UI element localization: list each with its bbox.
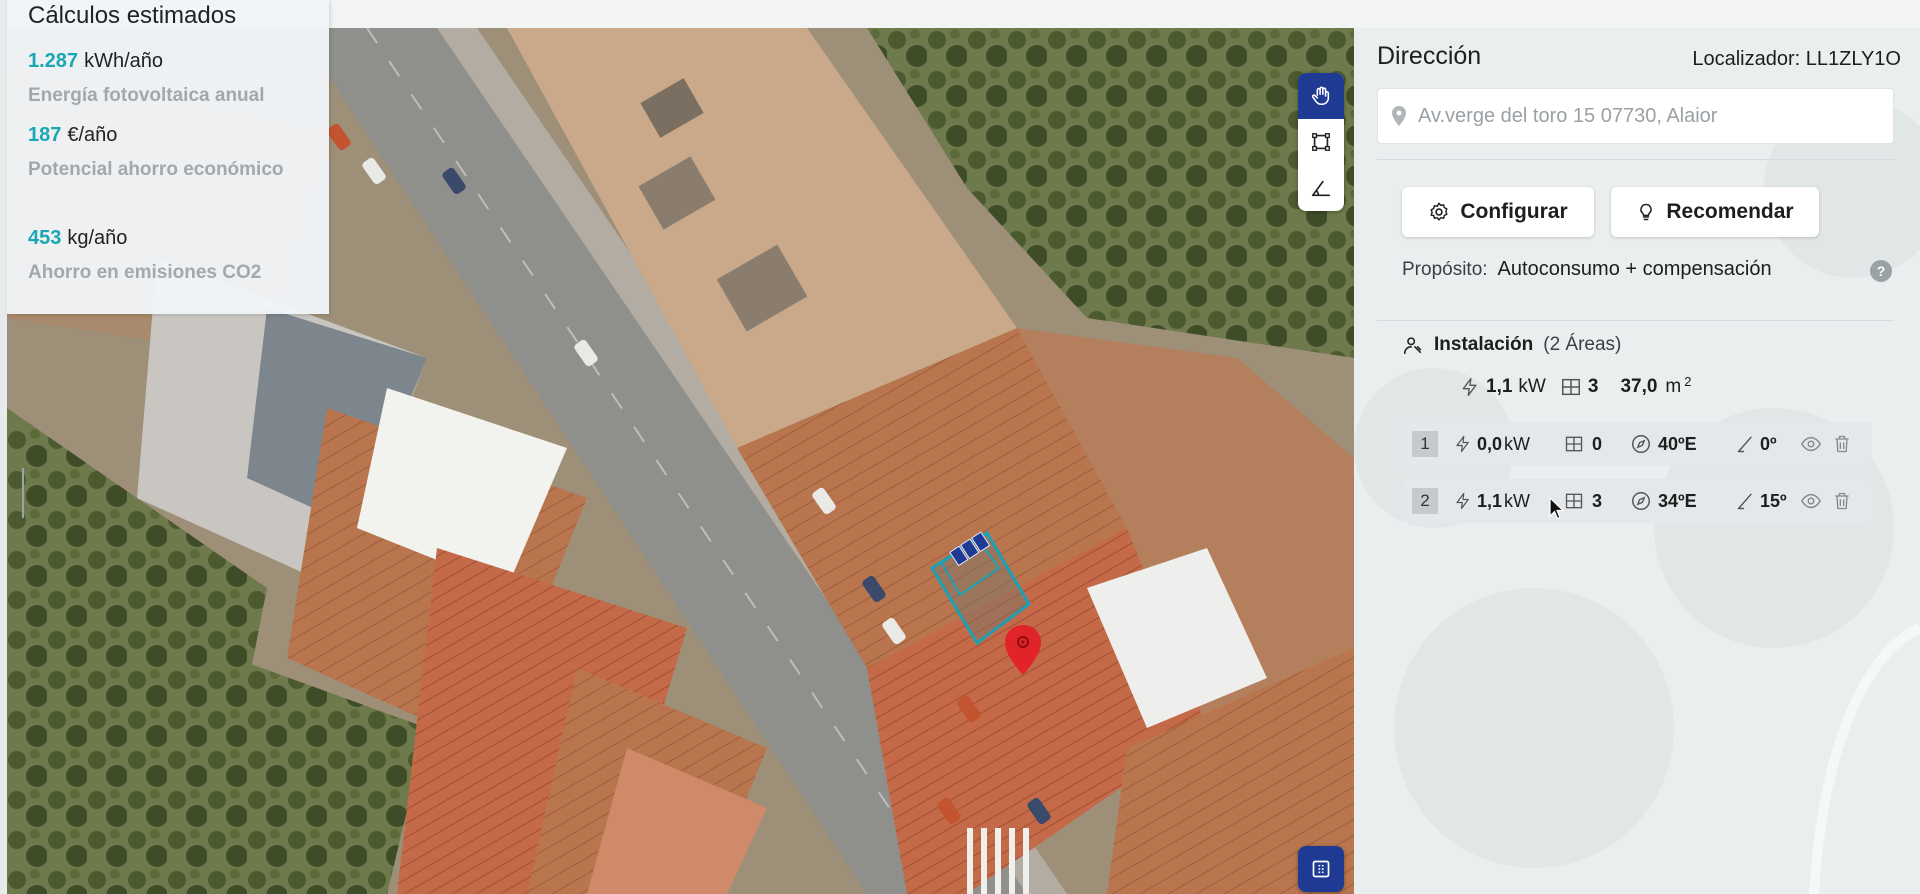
- area-orientation: 40ºE: [1658, 433, 1697, 454]
- configure-label: Configurar: [1460, 200, 1568, 223]
- help-icon[interactable]: ?: [1870, 260, 1892, 282]
- estimate-unit: €/año: [67, 124, 118, 146]
- total-modules: 3: [1587, 376, 1599, 397]
- divider: [1377, 159, 1894, 160]
- panel-layout-button[interactable]: [1298, 846, 1344, 892]
- location-pin-icon: [1392, 106, 1406, 126]
- installation-totals: 1,1 kW 3 37,0 m 2: [1460, 373, 1692, 398]
- total-power-value: 1,1: [1486, 376, 1513, 397]
- mouse-cursor-icon: [1549, 497, 1565, 520]
- panel-title: Dirección: [1377, 42, 1482, 70]
- estimate-value: 1.287: [28, 50, 79, 72]
- area-index: 2: [1412, 488, 1438, 514]
- estimate-description: Potencial ahorro económico: [28, 159, 284, 180]
- compass-icon: [1632, 492, 1650, 510]
- recommend-label: Recomendar: [1666, 200, 1794, 223]
- estimate-description: Ahorro en emisiones CO2: [28, 262, 262, 283]
- area-power: 1,1: [1477, 490, 1503, 511]
- compass-icon: [1632, 435, 1650, 453]
- tilt-icon: [1737, 436, 1752, 453]
- purpose-label: Propósito:: [1402, 258, 1488, 280]
- estimate-value: 187: [28, 124, 62, 146]
- measure-icon: [1311, 180, 1331, 197]
- left-edge: [0, 0, 24, 894]
- divider: [1377, 320, 1894, 321]
- estimate-value: 453: [28, 227, 62, 249]
- area-index: 1: [1412, 431, 1438, 457]
- module-grid-icon: [1565, 493, 1583, 509]
- lightbulb-icon: [1640, 203, 1653, 221]
- gear-icon: [1430, 202, 1448, 221]
- panel-grid-icon: [1312, 860, 1330, 878]
- estimates-title: Cálculos estimados: [28, 2, 237, 29]
- total-surface-value: 37,0: [1620, 376, 1658, 397]
- area-power: 0,0: [1477, 433, 1503, 454]
- estimates-card: Cálculos estimados 1.287 kWh/año Energía …: [7, 0, 329, 314]
- draw-area-tool-button[interactable]: [1298, 119, 1344, 165]
- measure-tool-button[interactable]: [1298, 165, 1344, 211]
- area-row[interactable]: 2 1,1 kW 3 34ºE 15º: [1402, 479, 1872, 523]
- eye-icon[interactable]: [1800, 490, 1822, 512]
- draw-area-icon: [1312, 133, 1330, 151]
- estimate-unit: kWh/año: [84, 50, 163, 72]
- resize-handle[interactable]: [22, 468, 24, 518]
- estimate-emissions: 453 kg/año Ahorro en emisiones CO2: [28, 227, 318, 287]
- area-modules: 3: [1592, 490, 1603, 511]
- total-surface-exponent: 2: [1684, 373, 1692, 389]
- area-power-unit: kW: [1504, 490, 1531, 511]
- area-tilt: 15º: [1760, 490, 1787, 511]
- installation-label: Instalación: [1434, 334, 1534, 355]
- installation-areas-count: (2 Áreas): [1543, 334, 1622, 355]
- area-modules: 0: [1592, 433, 1603, 454]
- installation-header: Instalación (2 Áreas): [1402, 334, 1621, 356]
- address-input[interactable]: [1416, 103, 1893, 129]
- trash-icon[interactable]: [1832, 490, 1852, 512]
- area-tilt: 0º: [1760, 433, 1777, 454]
- bolt-icon: [1456, 435, 1469, 453]
- trash-icon[interactable]: [1832, 433, 1852, 455]
- estimate-savings: 187 €/año Potencial ahorro económico: [28, 124, 318, 184]
- area-power-unit: kW: [1504, 433, 1531, 454]
- tilt-icon: [1737, 493, 1752, 510]
- address-field[interactable]: [1377, 88, 1894, 144]
- map-pin-icon[interactable]: [1003, 623, 1043, 677]
- eye-icon[interactable]: [1800, 433, 1822, 455]
- area-row[interactable]: 1 0,0 kW 0 40ºE 0º: [1402, 422, 1872, 466]
- recommend-button[interactable]: Recomendar: [1611, 187, 1819, 237]
- estimate-description: Energía fotovoltaica anual: [28, 85, 265, 106]
- area-orientation: 34ºE: [1658, 490, 1697, 511]
- estimate-energy: 1.287 kWh/año Energía fotovoltaica anual: [28, 50, 318, 110]
- cadastral-locator: Localizador: LL1ZLY1O: [1692, 48, 1901, 70]
- address-panel: Dirección Localizador: LL1ZLY1O Configur…: [1354, 28, 1920, 894]
- map-toolbar: [1298, 73, 1344, 211]
- bolt-icon: [1462, 378, 1477, 396]
- purpose-select[interactable]: Autoconsumo + compensación: [1498, 258, 1772, 281]
- module-grid-icon: [1561, 378, 1580, 396]
- hand-icon: [1311, 86, 1330, 106]
- total-surface-unit: m: [1665, 376, 1682, 397]
- configure-button[interactable]: Configurar: [1402, 187, 1594, 237]
- pan-tool-button[interactable]: [1298, 73, 1344, 119]
- bolt-icon: [1456, 492, 1469, 510]
- total-power-unit: kW: [1518, 376, 1546, 397]
- purpose-row: Propósito: Autoconsumo + compensación: [1402, 258, 1772, 281]
- estimate-unit: kg/año: [67, 227, 128, 249]
- installer-icon: [1403, 337, 1422, 355]
- module-grid-icon: [1565, 436, 1583, 452]
